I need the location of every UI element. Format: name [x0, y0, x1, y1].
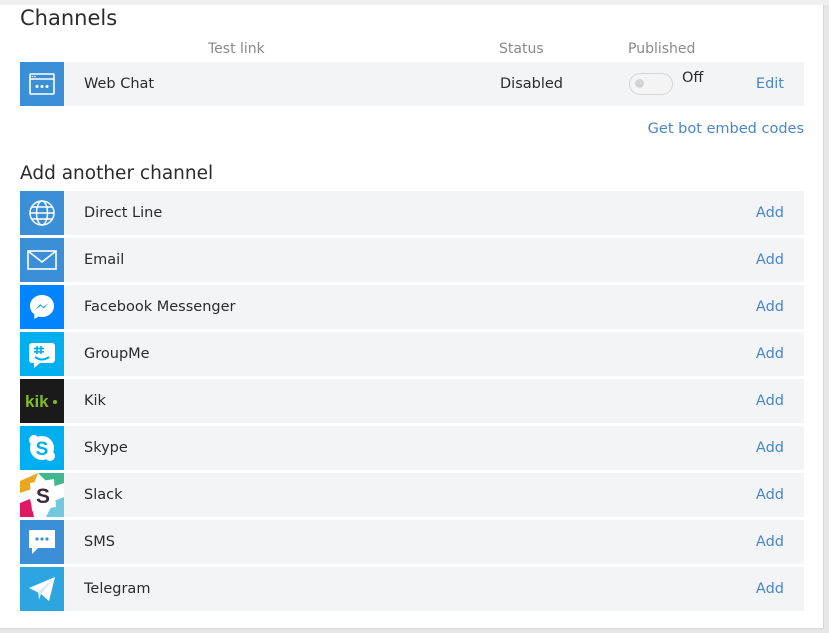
add-row-telegram: Telegram Add: [20, 567, 804, 611]
column-header-test-link: Test link: [208, 41, 265, 57]
add-facebook-messenger-link[interactable]: Add: [756, 285, 784, 329]
add-telegram-link[interactable]: Add: [756, 567, 784, 611]
groupme-icon: [20, 332, 64, 376]
published-toggle[interactable]: [629, 73, 673, 95]
add-skype-link[interactable]: Add: [756, 426, 784, 470]
add-row-email: Email Add: [20, 238, 804, 282]
slack-icon: S: [20, 473, 64, 517]
channel-name: Skype: [84, 440, 128, 456]
add-channel-heading: Add another channel: [20, 163, 214, 184]
add-row-sms: SMS Add: [20, 520, 804, 564]
published-state-label: Off: [682, 70, 704, 86]
add-direct-line-link[interactable]: Add: [756, 191, 784, 235]
channel-name: GroupMe: [84, 346, 150, 362]
globe-icon: [20, 191, 64, 235]
svg-text:S: S: [36, 485, 50, 508]
telegram-icon: [20, 567, 64, 611]
kik-icon: kik: [20, 379, 64, 423]
channel-name: Facebook Messenger: [84, 299, 236, 315]
add-row-groupme: GroupMe Add: [20, 332, 804, 376]
column-header-status: Status: [499, 41, 544, 57]
add-row-direct-line: Direct Line Add: [20, 191, 804, 235]
add-slack-link[interactable]: Add: [756, 473, 784, 517]
channel-name: Direct Line: [84, 205, 163, 221]
svg-text:kik: kik: [25, 392, 49, 411]
add-groupme-link[interactable]: Add: [756, 332, 784, 376]
add-row-facebook-messenger: Facebook Messenger Add: [20, 285, 804, 329]
svg-text:S: S: [36, 439, 49, 460]
add-row-kik: kik Kik Add: [20, 379, 804, 423]
add-row-slack: S Slack Add: [20, 473, 804, 517]
messenger-icon: [20, 285, 64, 329]
channel-row-web-chat: Web Chat Disabled Off Edit: [20, 62, 804, 106]
add-email-link[interactable]: Add: [756, 238, 784, 282]
webchat-icon: [20, 62, 64, 106]
channel-name: Web Chat: [84, 76, 155, 92]
page-title: Channels: [20, 6, 118, 30]
channel-status: Disabled: [500, 76, 563, 92]
add-kik-link[interactable]: Add: [756, 379, 784, 423]
toggle-knob: [635, 79, 644, 88]
column-header-published: Published: [628, 41, 696, 57]
add-sms-link[interactable]: Add: [756, 520, 784, 564]
channel-name: SMS: [84, 534, 115, 550]
sms-icon: [20, 520, 64, 564]
channel-name: Telegram: [84, 581, 151, 597]
envelope-icon: [20, 238, 64, 282]
channel-name: Kik: [84, 393, 106, 409]
edit-channel-link[interactable]: Edit: [756, 62, 784, 106]
add-row-skype: S Skype Add: [20, 426, 804, 470]
get-embed-codes-link[interactable]: Get bot embed codes: [648, 121, 804, 137]
channel-name: Slack: [84, 487, 123, 503]
skype-icon: S: [20, 426, 64, 470]
channel-name: Email: [84, 252, 125, 268]
channels-panel: Channels Test link Status Published Web …: [0, 5, 824, 629]
